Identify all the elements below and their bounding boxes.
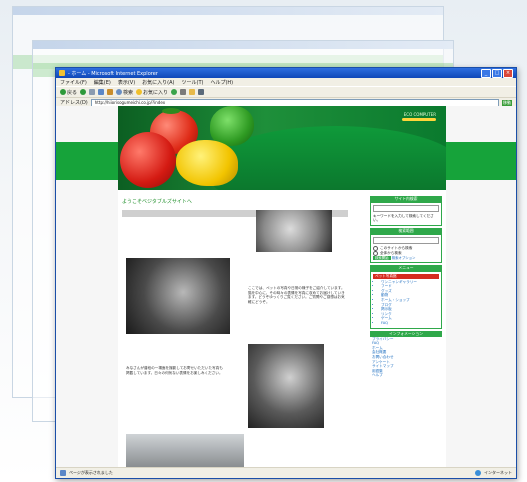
menu-bar: ファイル(F) 編集(E) 表示(V) お気に入り(A) ツール(T) ヘルプ(… bbox=[56, 78, 516, 86]
browser-window: - ホーム - Microsoft Internet Explorer _ □ … bbox=[55, 67, 517, 479]
window-titlebar[interactable]: - ホーム - Microsoft Internet Explorer _ □ … bbox=[56, 68, 516, 78]
sidebar-menu-box: ペット写真館 ワンニャンギャラリー フード グッズ 動物 ホーム・ショップ ブロ… bbox=[370, 271, 442, 329]
maximize-button[interactable]: □ bbox=[492, 68, 502, 78]
cat-photo-3[interactable] bbox=[248, 344, 324, 428]
menu-tools[interactable]: ツール(T) bbox=[182, 79, 204, 86]
refresh-icon[interactable] bbox=[98, 89, 105, 95]
sidebar: サイト内検索 キーワードを入力して検索してください。 検索範囲 このサイトから検… bbox=[370, 194, 442, 468]
body-text-1: ここでは、ペットの写真や日常の様子をご紹介しています。猫を中心に、その時々の表情… bbox=[248, 286, 345, 304]
welcome-heading: ようこそベジタブルズサイトへ bbox=[122, 199, 192, 205]
list-item[interactable]: FAQ bbox=[381, 321, 439, 326]
menu-edit[interactable]: 編集(E) bbox=[94, 79, 111, 86]
radio-site-label: このサイトから検索 bbox=[380, 246, 413, 251]
main-content: ようこそベジタブルズサイトへ ここでは、ペットの写真や日常の様子をご紹介していま… bbox=[122, 198, 366, 468]
cat-photo-1[interactable] bbox=[256, 210, 332, 252]
body-text-2: みなさんが普段の一場面を撮影してお寄せいただいた写真も掲載しています。日々の何気… bbox=[126, 366, 223, 375]
sidebar-range-box: このサイトから検索 全体から検索 検索開始 検索オプション bbox=[370, 233, 442, 264]
sidebar-link[interactable]: ヘルプ bbox=[372, 373, 442, 378]
logo-swoosh-icon bbox=[402, 118, 436, 121]
window-title: - ホーム - Microsoft Internet Explorer bbox=[68, 70, 158, 77]
red-pepper-image bbox=[120, 132, 176, 188]
background-window-titlebar bbox=[13, 7, 443, 15]
sidebar-search-input[interactable] bbox=[373, 205, 439, 212]
menu-favorites[interactable]: お気に入り(A) bbox=[142, 79, 174, 86]
sidebar-search-text: キーワードを入力して検索してください。 bbox=[373, 214, 434, 223]
cat-photo-2[interactable] bbox=[126, 258, 230, 334]
sidebar-menu-list: ワンニャンギャラリー フード グッズ 動物 ホーム・ショップ ブログ 掲示板 リ… bbox=[381, 280, 439, 326]
sidebar-range-input[interactable] bbox=[373, 236, 439, 244]
street-photo[interactable] bbox=[126, 434, 244, 468]
page-viewport: ECO COMPUTER ようこそベジタブルズサイトへ ここでは、ペットの写真や… bbox=[56, 106, 516, 468]
media-icon[interactable] bbox=[171, 89, 178, 95]
back-button[interactable]: 戻る bbox=[60, 89, 77, 96]
toolbar: 戻る 検索 お気に入り bbox=[56, 86, 516, 97]
minimize-button[interactable]: _ bbox=[481, 68, 491, 78]
back-label: 戻る bbox=[67, 89, 78, 96]
search-start-button[interactable]: 検索開始 bbox=[373, 255, 391, 261]
menu-red-label: ペット写真館 bbox=[373, 274, 439, 279]
globe-icon bbox=[475, 470, 481, 476]
status-text: ページが表示されました bbox=[69, 470, 113, 475]
back-arrow-icon bbox=[60, 89, 66, 95]
search-options-link[interactable]: 検索オプション bbox=[392, 256, 416, 260]
menu-file[interactable]: ファイル(F) bbox=[60, 79, 87, 86]
star-icon bbox=[136, 89, 143, 95]
tomato-stem-image bbox=[162, 108, 180, 114]
sidebar-links: プライバシー FAQ ホーム 会社概要 お問い合わせ アンケート サイトマップ … bbox=[370, 337, 442, 378]
status-bar: ページが表示されました インターネット bbox=[56, 467, 516, 478]
favorites-label: お気に入り bbox=[143, 89, 169, 96]
menu-view[interactable]: 表示(V) bbox=[118, 79, 135, 86]
close-button[interactable]: × bbox=[503, 68, 513, 78]
yellow-pepper-image bbox=[176, 140, 238, 186]
background-window-titlebar bbox=[33, 41, 453, 49]
stop-icon[interactable] bbox=[89, 89, 96, 95]
search-icon bbox=[116, 89, 123, 95]
mail-icon[interactable] bbox=[189, 89, 196, 95]
site-logo-text: ECO COMPUTER bbox=[403, 112, 436, 117]
history-icon[interactable] bbox=[180, 89, 187, 95]
green-pepper-image bbox=[210, 106, 254, 146]
address-label: アドレス(D) bbox=[60, 100, 88, 106]
favorites-button[interactable]: お気に入り bbox=[136, 89, 168, 96]
forward-arrow-icon[interactable] bbox=[80, 89, 87, 95]
menu-help[interactable]: ヘルプ(H) bbox=[210, 79, 233, 86]
search-label: 検索 bbox=[123, 89, 134, 96]
site-banner: ECO COMPUTER bbox=[118, 106, 446, 190]
sidebar-search-box: キーワードを入力して検索してください。 bbox=[370, 202, 442, 226]
site-logo[interactable]: ECO COMPUTER bbox=[402, 112, 436, 121]
page-icon bbox=[60, 470, 66, 476]
ie-logo-icon bbox=[59, 70, 65, 76]
home-icon[interactable] bbox=[107, 89, 114, 95]
print-icon[interactable] bbox=[198, 89, 205, 95]
search-button[interactable]: 検索 bbox=[116, 89, 133, 96]
go-button[interactable]: 移動 bbox=[502, 99, 512, 106]
zone-text: インターネット bbox=[484, 470, 512, 475]
web-page: ECO COMPUTER ようこそベジタブルズサイトへ ここでは、ペットの写真や… bbox=[118, 106, 446, 468]
